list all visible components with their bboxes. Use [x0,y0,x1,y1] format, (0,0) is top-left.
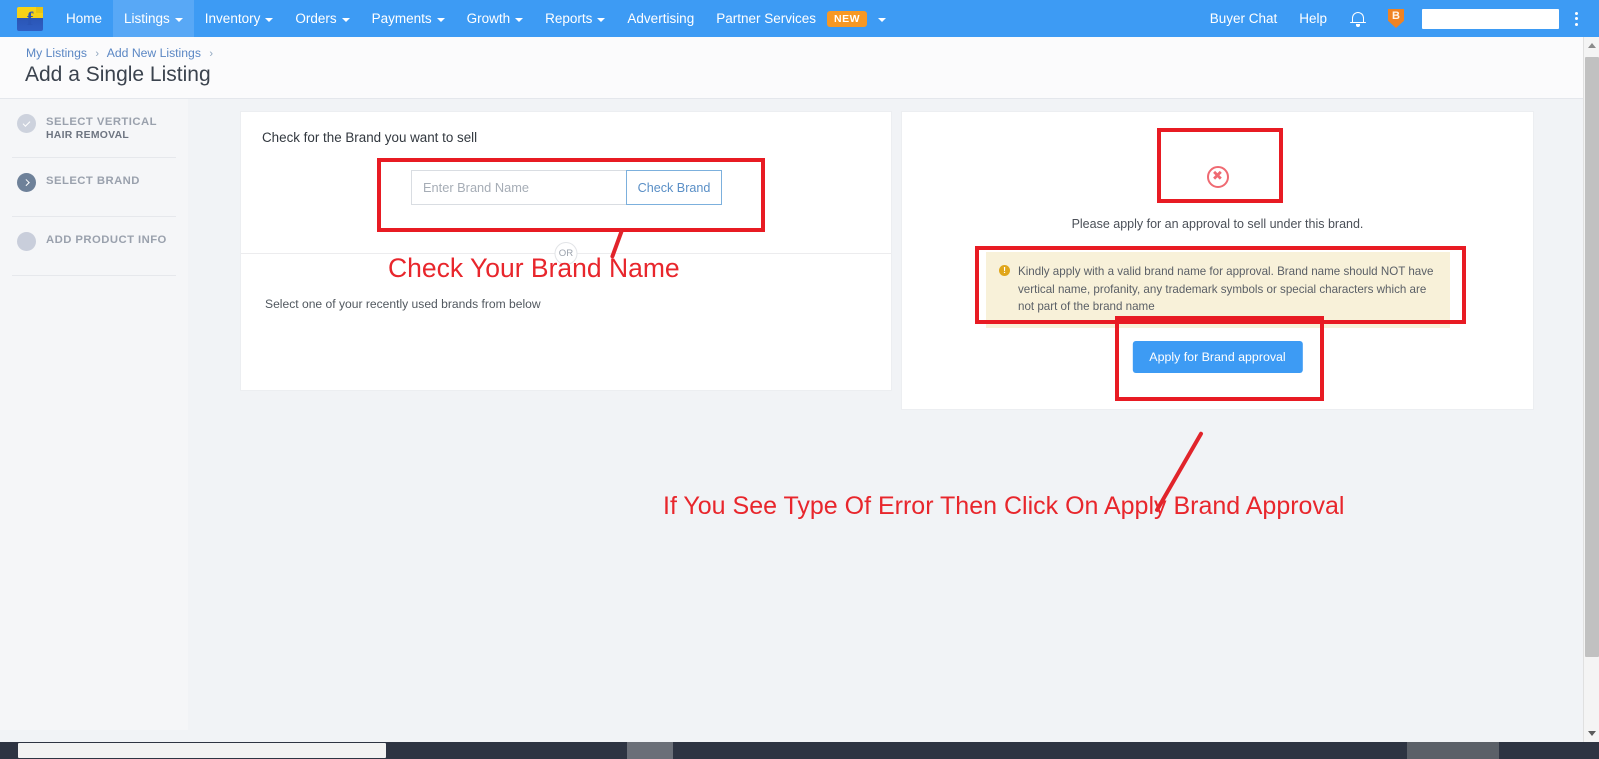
chevron-right-icon [17,173,36,192]
nav-item-payments[interactable]: Payments [361,0,456,37]
bell-lip [1350,21,1366,24]
breadcrumb: My Listings › Add New Listings › [26,46,218,60]
brand-approval-card: ✖ Please apply for an approval to sell u… [901,111,1534,410]
nav-item-payments-label: Payments [371,11,432,26]
error-circle-x-icon: ✖ [1206,166,1229,188]
kebab-dot [1574,11,1578,15]
annotation-bottom-instruction: If You See Type Of Error Then Click On A… [663,492,1345,520]
nav-item-growth[interactable]: Growth [456,0,535,37]
brand-approval-message: Please apply for an approval to sell und… [1071,217,1364,231]
nav-item-inventory-label: Inventory [204,11,261,26]
annotation-check-brand-name: Check Your Brand Name [388,253,680,283]
breadcrumb-my-listings[interactable]: My Listings [26,46,87,60]
sidebar-step-select-brand[interactable]: SELECT BRAND [0,158,188,216]
nav-item-growth-label: Growth [466,11,511,26]
sidebar-step-select-brand-label: SELECT BRAND [46,175,140,187]
chevron-down-icon [515,17,524,22]
nav-item-buyer-chat-label: Buyer Chat [1209,11,1278,26]
sidebar-step-select-vertical-sublabel: HAIR REMOVAL [46,130,130,141]
nav-item-help-label: Help [1299,11,1327,26]
nav-item-listings[interactable]: Listings [113,0,194,37]
top-navigation-bar: f Home Listings Inventory Orders Payment… [0,0,1599,37]
bell-body [1352,11,1364,23]
vertical-scrollbar-thumb[interactable] [1585,57,1599,657]
nav-item-inventory[interactable]: Inventory [194,0,285,37]
logo-letter: f [26,8,34,30]
breadcrumb-add-new-listings[interactable]: Add New Listings [107,46,201,60]
nav-item-reports[interactable]: Reports [534,0,616,37]
nav-right-group: Buyer Chat Help B [1199,0,1599,37]
error-x-glyph: ✖ [1212,169,1223,184]
recent-brands-label: Select one of your recently used brands … [265,297,541,311]
caret-up-icon[interactable] [1584,37,1599,54]
rail-divider [12,275,176,276]
nav-item-home[interactable]: Home [55,0,113,37]
chevron-down-icon [341,17,350,22]
sidebar-step-add-product-info-label: ADD PRODUCT INFO [46,234,167,246]
seller-badge-letter: B [1392,10,1400,22]
logo-fold [36,6,43,13]
nav-item-listings-label: Listings [124,11,170,26]
check-icon [17,114,36,133]
nav-item-buyer-chat[interactable]: Buyer Chat [1199,0,1289,37]
nav-item-partner-services[interactable]: Partner Services NEW [705,0,897,37]
dot-icon [17,232,36,251]
sidebar-step-select-vertical-label: SELECT VERTICAL [46,116,157,128]
apply-for-brand-approval-button[interactable]: Apply for Brand approval [1132,341,1303,373]
brand-name-input[interactable] [411,170,626,205]
brand-check-title: Check for the Brand you want to sell [262,130,478,145]
chevron-down-icon [436,17,445,22]
kebab-menu-icon[interactable] [1567,10,1585,28]
caret-down-icon[interactable] [1584,725,1599,742]
breadcrumb-separator-icon: › [95,48,100,60]
check-brand-button[interactable]: Check Brand [626,170,722,205]
nav-item-reports-label: Reports [545,11,593,26]
step-rail-sidebar: SELECT VERTICAL HAIR REMOVAL SELECT BRAN… [0,99,188,759]
taskbar-segment-right [1407,742,1499,759]
sidebar-step-add-product-info[interactable]: ADD PRODUCT INFO [0,217,188,275]
page-title: Add a Single Listing [25,63,211,86]
chevron-down-icon [597,17,606,22]
chevron-down-icon [265,17,274,22]
breadcrumb-separator-icon: › [209,48,213,60]
flipkart-logo[interactable]: f [17,6,43,31]
chevron-down-icon [878,17,887,22]
bell-icon[interactable] [1350,11,1366,27]
warning-exclamation-icon: ! [999,265,1010,276]
vertical-scrollbar[interactable] [1583,37,1599,742]
kebab-dot [1574,17,1578,20]
account-name-field[interactable] [1422,8,1559,29]
seller-badge-icon[interactable]: B [1388,9,1404,28]
kebab-dot [1574,22,1578,26]
taskbar-segment [627,742,673,759]
chevron-down-icon [174,17,183,22]
horizontal-scrollbar-thumb[interactable] [18,743,386,758]
page-bottom-filler [0,730,1583,742]
nav-item-partner-services-label: Partner Services [716,11,817,26]
horizontal-scrollbar[interactable] [0,742,1599,759]
nav-item-help[interactable]: Help [1288,0,1338,37]
nav-item-home-label: Home [66,11,103,26]
page-header: My Listings › Add New Listings › Add a S… [0,37,1583,99]
nav-item-advertising-label: Advertising [627,11,695,26]
nav-item-orders-label: Orders [295,11,337,26]
brand-check-card: Check for the Brand you want to sell Che… [240,111,892,391]
nav-item-orders[interactable]: Orders [284,0,360,37]
brand-check-form: Check Brand [411,170,722,205]
bell-clapper [1356,23,1360,27]
brand-approval-warning-text: Kindly apply with a valid brand name for… [1018,265,1434,314]
nav-item-advertising[interactable]: Advertising [616,0,705,37]
sidebar-step-select-vertical[interactable]: SELECT VERTICAL HAIR REMOVAL [0,99,188,157]
brand-approval-warning-box: ! Kindly apply with a valid brand name f… [986,252,1450,328]
new-badge: NEW [827,10,868,27]
